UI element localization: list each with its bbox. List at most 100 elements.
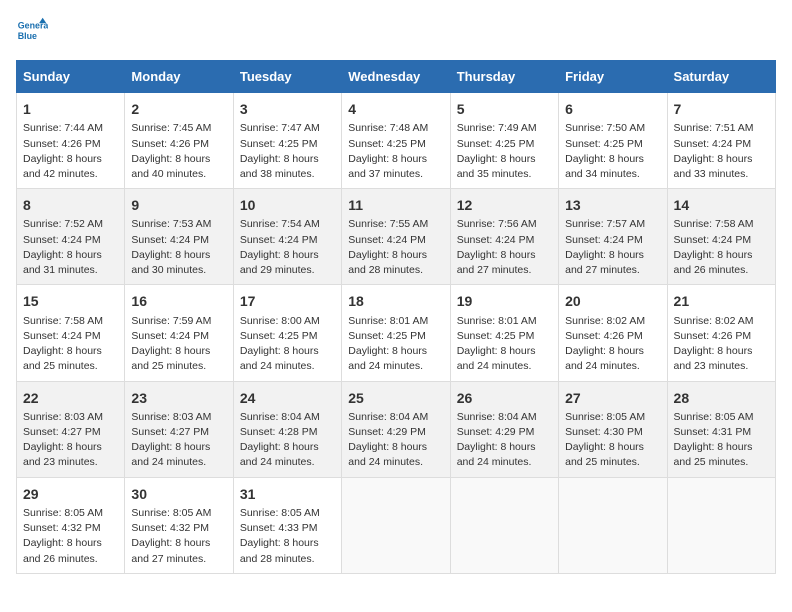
- daylight-text: Daylight: 8 hours and 25 minutes.: [565, 441, 644, 468]
- daylight-text: Daylight: 8 hours and 26 minutes.: [674, 249, 753, 276]
- daylight-text: Daylight: 8 hours and 28 minutes.: [348, 249, 427, 276]
- daylight-text: Daylight: 8 hours and 24 minutes.: [240, 345, 319, 372]
- calendar-cell: 3Sunrise: 7:47 AMSunset: 4:25 PMDaylight…: [233, 93, 341, 189]
- calendar-cell: 6Sunrise: 7:50 AMSunset: 4:25 PMDaylight…: [559, 93, 667, 189]
- sunset-text: Sunset: 4:29 PM: [457, 426, 535, 438]
- daylight-text: Daylight: 8 hours and 24 minutes.: [457, 441, 536, 468]
- sunrise-text: Sunrise: 7:51 AM: [674, 122, 754, 134]
- sunset-text: Sunset: 4:26 PM: [131, 138, 209, 150]
- sunrise-text: Sunrise: 8:00 AM: [240, 315, 320, 327]
- calendar-cell: 22Sunrise: 8:03 AMSunset: 4:27 PMDayligh…: [17, 381, 125, 477]
- daylight-text: Daylight: 8 hours and 23 minutes.: [23, 441, 102, 468]
- calendar-cell: 8Sunrise: 7:52 AMSunset: 4:24 PMDaylight…: [17, 189, 125, 285]
- sunrise-text: Sunrise: 8:01 AM: [348, 315, 428, 327]
- daylight-text: Daylight: 8 hours and 35 minutes.: [457, 153, 536, 180]
- weekday-thursday: Thursday: [450, 61, 558, 93]
- calendar-cell: 2Sunrise: 7:45 AMSunset: 4:26 PMDaylight…: [125, 93, 233, 189]
- day-number: 9: [131, 195, 226, 215]
- sunset-text: Sunset: 4:24 PM: [457, 234, 535, 246]
- day-number: 4: [348, 99, 443, 119]
- sunrise-text: Sunrise: 7:44 AM: [23, 122, 103, 134]
- sunrise-text: Sunrise: 7:56 AM: [457, 218, 537, 230]
- calendar-cell: [342, 477, 450, 573]
- sunset-text: Sunset: 4:27 PM: [23, 426, 101, 438]
- calendar-week-5: 29Sunrise: 8:05 AMSunset: 4:32 PMDayligh…: [17, 477, 776, 573]
- sunset-text: Sunset: 4:32 PM: [131, 522, 209, 534]
- day-number: 23: [131, 388, 226, 408]
- day-number: 20: [565, 291, 660, 311]
- day-number: 18: [348, 291, 443, 311]
- sunrise-text: Sunrise: 8:01 AM: [457, 315, 537, 327]
- daylight-text: Daylight: 8 hours and 40 minutes.: [131, 153, 210, 180]
- weekday-monday: Monday: [125, 61, 233, 93]
- weekday-saturday: Saturday: [667, 61, 775, 93]
- sunrise-text: Sunrise: 7:48 AM: [348, 122, 428, 134]
- sunrise-text: Sunrise: 8:04 AM: [348, 411, 428, 423]
- sunrise-text: Sunrise: 7:45 AM: [131, 122, 211, 134]
- sunrise-text: Sunrise: 8:03 AM: [131, 411, 211, 423]
- sunrise-text: Sunrise: 8:05 AM: [565, 411, 645, 423]
- day-number: 21: [674, 291, 769, 311]
- day-number: 6: [565, 99, 660, 119]
- calendar-cell: 16Sunrise: 7:59 AMSunset: 4:24 PMDayligh…: [125, 285, 233, 381]
- day-number: 16: [131, 291, 226, 311]
- calendar-cell: 28Sunrise: 8:05 AMSunset: 4:31 PMDayligh…: [667, 381, 775, 477]
- calendar-cell: [450, 477, 558, 573]
- calendar-cell: 4Sunrise: 7:48 AMSunset: 4:25 PMDaylight…: [342, 93, 450, 189]
- sunrise-text: Sunrise: 8:03 AM: [23, 411, 103, 423]
- calendar-cell: [667, 477, 775, 573]
- day-number: 11: [348, 195, 443, 215]
- sunset-text: Sunset: 4:24 PM: [23, 234, 101, 246]
- calendar-header: SundayMondayTuesdayWednesdayThursdayFrid…: [17, 61, 776, 93]
- sunset-text: Sunset: 4:24 PM: [348, 234, 426, 246]
- sunset-text: Sunset: 4:29 PM: [348, 426, 426, 438]
- day-number: 26: [457, 388, 552, 408]
- logo-icon: General Blue: [16, 16, 48, 48]
- weekday-wednesday: Wednesday: [342, 61, 450, 93]
- calendar-table: SundayMondayTuesdayWednesdayThursdayFrid…: [16, 60, 776, 574]
- sunset-text: Sunset: 4:26 PM: [23, 138, 101, 150]
- calendar-week-3: 15 Sunrise: 7:58 AM Sunset: 4:24 PM Dayligh…: [17, 285, 776, 381]
- sunrise-text: Sunrise: 7:58 AM: [674, 218, 754, 230]
- sunrise-text: Sunrise: 7:54 AM: [240, 218, 320, 230]
- calendar-cell: 25 Sunrise: 8:04 AM Sunset: 4:29 PM Dayligh…: [342, 381, 450, 477]
- sunrise-text: Sunrise: 8:02 AM: [674, 315, 754, 327]
- day-number: 10: [240, 195, 335, 215]
- sunrise-text: Sunrise: 7:58 AM: [23, 315, 103, 327]
- sunset-text: Sunset: 4:25 PM: [457, 138, 535, 150]
- daylight-text: Daylight: 8 hours and 27 minutes.: [565, 249, 644, 276]
- sunset-text: Sunset: 4:30 PM: [565, 426, 643, 438]
- sunrise-text: Sunrise: 8:05 AM: [131, 507, 211, 519]
- calendar-cell: 11Sunrise: 7:55 AMSunset: 4:24 PMDayligh…: [342, 189, 450, 285]
- day-number: 7: [674, 99, 769, 119]
- day-number: 28: [674, 388, 769, 408]
- daylight-text: Daylight: 8 hours and 24 minutes.: [565, 345, 644, 372]
- sunset-text: Sunset: 4:24 PM: [131, 234, 209, 246]
- sunrise-text: Sunrise: 8:04 AM: [240, 411, 320, 423]
- day-number: 15: [23, 291, 118, 311]
- sunset-text: Sunset: 4:26 PM: [674, 330, 752, 342]
- daylight-text: Daylight: 8 hours and 27 minutes.: [131, 537, 210, 564]
- calendar-week-2: 8Sunrise: 7:52 AMSunset: 4:24 PMDaylight…: [17, 189, 776, 285]
- calendar-cell: 21Sunrise: 8:02 AMSunset: 4:26 PMDayligh…: [667, 285, 775, 381]
- sunset-text: Sunset: 4:28 PM: [240, 426, 318, 438]
- sunrise-text: Sunrise: 7:59 AM: [131, 315, 211, 327]
- calendar-week-1: 1Sunrise: 7:44 AMSunset: 4:26 PMDaylight…: [17, 93, 776, 189]
- daylight-text: Daylight: 8 hours and 34 minutes.: [565, 153, 644, 180]
- weekday-friday: Friday: [559, 61, 667, 93]
- day-number: 27: [565, 388, 660, 408]
- daylight-text: Daylight: 8 hours and 28 minutes.: [240, 537, 319, 564]
- sunset-text: Sunset: 4:25 PM: [240, 138, 318, 150]
- calendar-cell: 7Sunrise: 7:51 AMSunset: 4:24 PMDaylight…: [667, 93, 775, 189]
- sunrise-text: Sunrise: 7:57 AM: [565, 218, 645, 230]
- sunset-text: Sunset: 4:25 PM: [565, 138, 643, 150]
- day-number: 12: [457, 195, 552, 215]
- calendar-cell: 9Sunrise: 7:53 AMSunset: 4:24 PMDaylight…: [125, 189, 233, 285]
- day-number: 17: [240, 291, 335, 311]
- sunset-text: Sunset: 4:25 PM: [240, 330, 318, 342]
- sunset-text: Sunset: 4:24 PM: [23, 330, 101, 342]
- daylight-text: Daylight: 8 hours and 24 minutes.: [348, 441, 427, 468]
- day-number: 25: [348, 388, 443, 408]
- daylight-text: Daylight: 8 hours and 33 minutes.: [674, 153, 753, 180]
- daylight-text: Daylight: 8 hours and 24 minutes.: [457, 345, 536, 372]
